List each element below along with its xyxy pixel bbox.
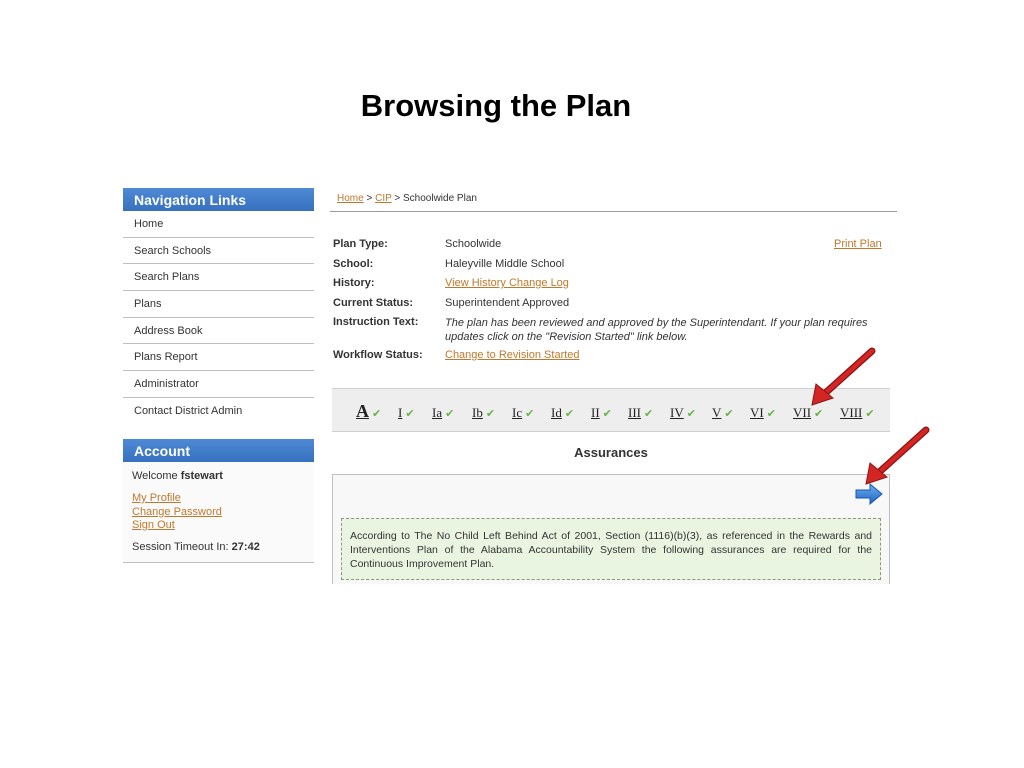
plan-type-value: Schoolwide [445,238,502,250]
checkmark-icon: ✔ [724,407,734,420]
annotation-arrow-icon [811,347,876,406]
session-timeout: Session Timeout In: 27:42 [132,541,305,553]
checkmark-icon: ✔ [485,407,496,420]
checkmark-icon: ✔ [814,407,824,420]
section-link-vi[interactable]: VI ✔ [750,405,776,421]
my-profile-link[interactable]: My Profile [132,492,305,506]
history-label: History: [333,277,375,289]
nav-item-plans-report[interactable]: Plans Report [123,344,314,372]
account-body: Welcome fstewart My Profile Change Passw… [123,462,314,562]
nav-item-home[interactable]: Home [123,211,314,238]
workflow-status-label: Workflow Status: [333,349,423,361]
change-password-link[interactable]: Change Password [132,506,305,520]
checkmark-icon: ✔ [564,407,575,420]
plan-type-label: Plan Type: [333,238,388,250]
navigation-list: Home Search Schools Search Plans Plans A… [123,211,314,425]
username: fstewart [180,470,223,482]
section-link-ib[interactable]: Ib ✔ [472,405,495,421]
assurances-note: According to The No Child Left Behind Ac… [341,518,881,580]
section-label: A [356,401,369,421]
checkmark-icon: ✔ [372,407,382,420]
nav-item-plans[interactable]: Plans [123,291,314,318]
nav-item-address-book[interactable]: Address Book [123,317,314,345]
welcome-prefix: Welcome [132,470,181,482]
checkmark-icon: ✔ [445,407,455,420]
navigation-links-header: Navigation Links [123,188,314,211]
current-status-row: Current Status: Superintendent Approved [333,297,893,317]
section-nav-bar: A ✔ I ✔ Ia ✔ Ib ✔ Ic ✔ Id ✔ II ✔ III ✔ IV ✔ V ✔ VI… [332,388,890,432]
session-time: 27:42 [231,540,260,553]
annotation-arrow-icon [865,426,930,485]
section-link-ia[interactable]: Ia ✔ [432,405,454,421]
account-header: Account [123,439,314,462]
school-value: Haleyville Middle School [445,257,565,270]
checkmark-icon: ✔ [686,407,696,420]
section-label: Ib [472,405,483,420]
checkmark-icon: ✔ [766,407,776,420]
section-label: I [398,405,403,420]
breadcrumb-home[interactable]: Home [337,193,364,204]
section-link-ii[interactable]: II ✔ [591,405,612,421]
section-link-id[interactable]: Id ✔ [551,405,574,421]
section-link-a[interactable]: A ✔ [356,401,381,422]
nav-item-administrator[interactable]: Administrator [123,371,314,398]
breadcrumb-current: Schoolwide Plan [403,193,477,204]
welcome-text: Welcome fstewart [132,470,305,482]
print-plan-link[interactable]: Print Plan [834,238,882,250]
breadcrumb-separator: > [391,193,403,204]
section-link-iii[interactable]: III ✔ [628,405,653,421]
nav-item-search-plans[interactable]: Search Plans [123,264,314,292]
section-link-v[interactable]: V ✔ [712,405,734,421]
section-link-iv[interactable]: IV ✔ [670,405,696,421]
school-label: School: [333,257,374,270]
assurances-title: Assurances [574,445,648,460]
breadcrumb-cip[interactable]: CIP [375,193,392,204]
section-label: IV [670,405,684,420]
section-label: Ic [512,405,523,420]
session-label: Session Timeout In: [132,540,232,553]
instruction-text-value: The plan has been reviewed and approved … [445,317,868,343]
slide-title: Browsing the Plan [360,88,632,123]
current-status-label: Current Status: [333,296,414,309]
plan-type-row: Plan Type: Schoolwide [333,238,893,258]
section-label: III [628,405,641,420]
navigation-links-panel: Navigation Links Home Search Schools Sea… [123,188,314,425]
breadcrumb: Home > CIP > Schoolwide Plan [337,193,477,204]
breadcrumb-divider [330,211,897,212]
checkmark-icon: ✔ [405,407,415,420]
account-panel: Account Welcome fstewart My Profile Chan… [123,439,314,563]
checkmark-icon: ✔ [644,407,654,420]
section-link-ic[interactable]: Ic ✔ [512,405,534,421]
breadcrumb-separator: > [363,193,376,204]
section-label: VI [750,405,764,420]
nav-item-search-schools[interactable]: Search Schools [123,237,314,265]
section-link-i[interactable]: I ✔ [398,405,415,421]
section-label: V [712,405,722,420]
sign-out-link[interactable]: Sign Out [132,519,305,533]
checkmark-icon: ✔ [865,407,875,420]
view-history-change-log-link[interactable]: View History Change Log [445,277,893,297]
instruction-text-label: Instruction Text: [333,316,419,328]
section-label: Ia [432,405,443,420]
section-label: II [591,405,600,420]
instruction-text-row: Instruction Text: The plan has been revi… [333,316,893,349]
history-row: History: View History Change Log [333,277,893,297]
current-status-value: Superintendent Approved [445,296,570,309]
nav-item-contact-district-admin[interactable]: Contact District Admin [123,397,314,425]
checkmark-icon: ✔ [525,407,535,420]
section-label: Id [551,405,562,420]
checkmark-icon: ✔ [602,407,612,420]
school-row: School: Haleyville Middle School [333,258,893,278]
